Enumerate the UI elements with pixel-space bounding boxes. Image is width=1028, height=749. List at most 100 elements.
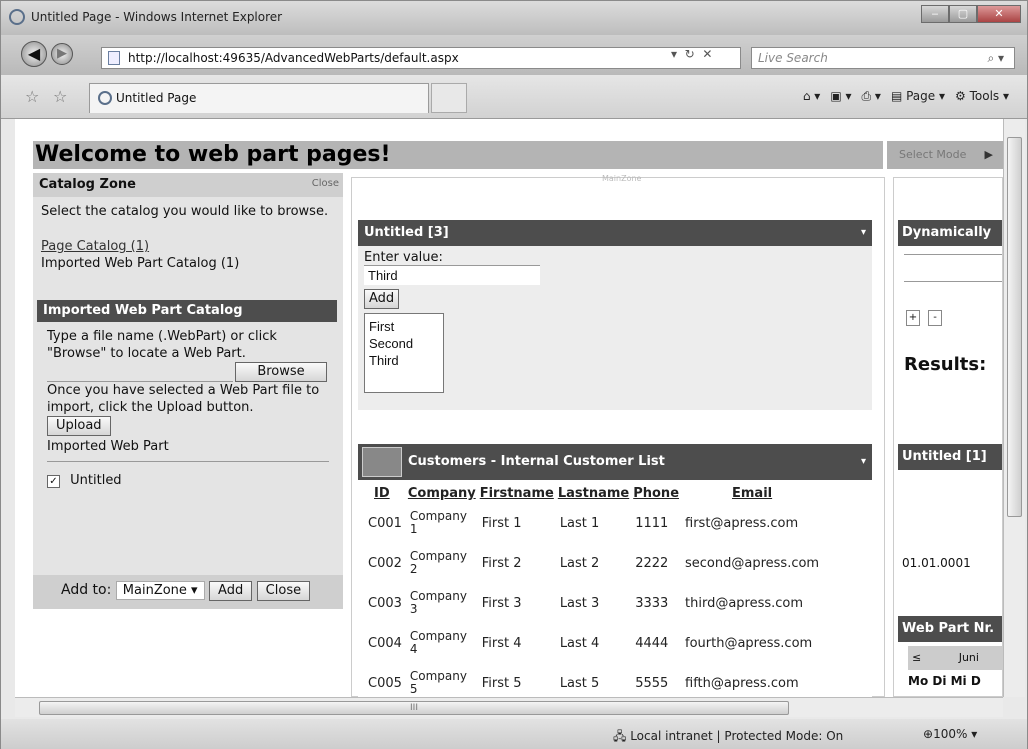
home-icon[interactable]: ⌂ ▾ bbox=[803, 89, 820, 104]
command-bar: ☆ ☆ Untitled Page ⌂ ▾ ▣ ▾ ⎙ ▾ ▤ Page ▾ ⚙… bbox=[1, 75, 1027, 119]
title-bar: Untitled Page - Windows Internet Explore… bbox=[1, 1, 1027, 35]
table-row: C001 Company 1 First 1 Last 1 1111 first@apre… bbox=[368, 509, 799, 536]
search-placeholder: Live Search bbox=[758, 51, 828, 65]
file-instruction: Type a file name (.WebPart) or click "Br… bbox=[47, 329, 277, 361]
window-title: Untitled Page - Windows Internet Explore… bbox=[31, 10, 283, 24]
webpart-nr-header: Web Part Nr. bbox=[898, 616, 1002, 642]
minimize-button[interactable]: ‒ bbox=[921, 5, 949, 23]
value-input[interactable]: Third bbox=[364, 265, 540, 285]
zone-select[interactable]: MainZone ▾ bbox=[115, 581, 205, 600]
dynamic-input[interactable] bbox=[904, 254, 1002, 282]
search-icon[interactable]: ⌕ ▾ bbox=[987, 48, 1004, 68]
status-bar: 🖧 Local intranet | Protected Mode: On ⊕1… bbox=[1, 719, 1027, 749]
favorites-star-icon[interactable]: ☆ bbox=[25, 87, 39, 106]
table-row: C004 Company 4 First 4 Last 4 4444 fourth@apr… bbox=[368, 629, 813, 656]
calendar-prev[interactable]: ≤ bbox=[912, 651, 921, 664]
add-to-label: Add to: bbox=[61, 582, 112, 598]
calendar-days: Mo Di Mi D bbox=[908, 674, 981, 688]
list-item[interactable]: Third bbox=[369, 352, 439, 369]
calendar-month: Juni bbox=[958, 651, 979, 664]
scroll-thumb[interactable] bbox=[1007, 137, 1022, 517]
webpart-menu-icon[interactable]: ▾ bbox=[861, 220, 866, 246]
imported-catalog-header: Imported Web Part Catalog bbox=[37, 300, 337, 322]
minus-button[interactable]: - bbox=[928, 310, 942, 326]
arrow-right-icon: ▶ bbox=[984, 148, 993, 161]
address-bar-row: ◀ ▶ http://localhost:49635/AdvancedWebPa… bbox=[1, 35, 1027, 75]
upload-instruction: Once you have selected a Web Part file t… bbox=[47, 383, 320, 415]
page-menu[interactable]: ▤ Page ▾ bbox=[891, 89, 945, 104]
new-tab-button[interactable] bbox=[431, 83, 467, 113]
col-email[interactable]: Email bbox=[681, 484, 823, 503]
dynamic-webpart-header: Dynamically bbox=[898, 220, 1002, 246]
catalog-zone: Catalog Zone Close Select the catalog yo… bbox=[33, 173, 343, 609]
untitled-3-webpart: Untitled [3] ▾ Enter value: Third Add Fir… bbox=[358, 220, 872, 410]
select-mode-menu[interactable]: Select Mode ▶ bbox=[887, 141, 1003, 169]
refresh-stop-buttons[interactable]: ▾ ↻ ✕ bbox=[671, 47, 712, 61]
horizontal-scrollbar[interactable]: III bbox=[15, 697, 1003, 717]
right-zone: Dynamically + - Results: Untitled [1] 01… bbox=[893, 177, 1003, 697]
table-row: C005 Company 5 First 5 Last 5 5555 fifth@apre… bbox=[368, 669, 799, 696]
catalog-zone-header: Catalog Zone Close bbox=[33, 173, 343, 197]
scroll-thumb[interactable]: III bbox=[39, 701, 789, 715]
webpart-menu-icon[interactable]: ▾ bbox=[861, 444, 866, 480]
upload-button[interactable]: Upload bbox=[47, 416, 111, 436]
ie-logo-icon bbox=[9, 9, 25, 25]
untitled-add-button[interactable]: Add bbox=[364, 289, 400, 309]
calendar-header: ≤ Juni bbox=[908, 646, 1002, 670]
maximize-button[interactable]: ▢ bbox=[949, 5, 977, 23]
search-input[interactable]: Live Search ⌕ ▾ bbox=[751, 47, 1015, 69]
values-listbox[interactable]: First Second Third bbox=[364, 313, 444, 393]
date-label: 01.01.0001 bbox=[902, 556, 971, 570]
vertical-scrollbar[interactable] bbox=[1003, 119, 1025, 697]
add-favorites-icon[interactable]: ☆ bbox=[53, 87, 67, 106]
customers-icon bbox=[362, 447, 402, 477]
tools-menu[interactable]: ⚙ Tools ▾ bbox=[955, 89, 1009, 104]
untitled-3-header: Untitled [3] ▾ bbox=[358, 220, 872, 246]
catalog-instruction: Select the catalog you would like to bro… bbox=[41, 204, 329, 219]
add-button[interactable]: Add bbox=[209, 581, 253, 601]
close-window-button[interactable]: ✕ bbox=[977, 5, 1021, 23]
table-row: C002 Company 2 First 2 Last 2 2222 second@apr… bbox=[368, 549, 820, 576]
print-icon[interactable]: ⎙ ▾ bbox=[862, 89, 881, 104]
browse-button[interactable]: Browse bbox=[235, 362, 327, 382]
untitled-1-header: Untitled [1] bbox=[898, 444, 1002, 470]
tab-ie-icon bbox=[98, 91, 112, 105]
list-item[interactable]: First bbox=[369, 318, 439, 335]
close-button[interactable]: Close bbox=[256, 581, 311, 601]
address-input[interactable]: http://localhost:49635/AdvancedWebParts/… bbox=[101, 47, 741, 69]
plus-button[interactable]: + bbox=[906, 310, 920, 326]
untitled-checkbox[interactable]: ✓ bbox=[47, 475, 60, 488]
feeds-icon[interactable]: ▣ ▾ bbox=[830, 89, 851, 104]
table-row: C003 Company 3 First 3 Last 3 3333 third@apre… bbox=[368, 589, 804, 616]
col-lastname[interactable]: Lastname bbox=[556, 484, 631, 503]
customers-table: ID Company Firstname Lastname Phone Emai… bbox=[364, 484, 823, 697]
col-company[interactable]: Company bbox=[406, 484, 478, 503]
enter-value-label: Enter value: bbox=[364, 250, 443, 265]
forward-button[interactable]: ▶ bbox=[51, 43, 73, 65]
add-to-bar: Add to: MainZone ▾ Add Close bbox=[33, 575, 343, 609]
main-zone: MainZone Untitled [3] ▾ Enter value: Thir… bbox=[351, 174, 885, 697]
page-title: Welcome to web part pages! bbox=[33, 141, 883, 169]
zone-status: 🖧 Local intranet | Protected Mode: On bbox=[613, 729, 844, 743]
browser-window: Untitled Page - Windows Internet Explore… bbox=[0, 0, 1028, 749]
catalog-close-link[interactable]: Close bbox=[312, 178, 339, 189]
col-firstname[interactable]: Firstname bbox=[478, 484, 556, 503]
address-url: http://localhost:49635/AdvancedWebParts/… bbox=[128, 51, 459, 65]
back-button[interactable]: ◀ bbox=[21, 41, 47, 67]
page-content: Welcome to web part pages! Select Mode ▶ … bbox=[15, 119, 1003, 697]
drop-cue: MainZone bbox=[602, 174, 642, 183]
zoom-level[interactable]: ⊕100% ▾ bbox=[923, 727, 977, 741]
imported-part-label: Imported Web Part bbox=[47, 439, 169, 454]
untitled-item-label: Untitled bbox=[70, 473, 122, 488]
tab-untitled-page[interactable]: Untitled Page bbox=[89, 83, 429, 113]
page-catalog-link[interactable]: Page Catalog (1) bbox=[41, 238, 335, 255]
file-path-input[interactable] bbox=[47, 362, 233, 382]
list-item[interactable]: Second bbox=[369, 335, 439, 352]
col-id[interactable]: ID bbox=[364, 484, 406, 503]
col-phone[interactable]: Phone bbox=[631, 484, 681, 503]
page-icon bbox=[108, 51, 120, 65]
customers-webpart: Customers - Internal Customer List ▾ ID C… bbox=[358, 444, 872, 697]
customers-header: Customers - Internal Customer List ▾ bbox=[358, 444, 872, 480]
imported-catalog-label: Imported Web Part Catalog (1) bbox=[41, 256, 240, 271]
results-label: Results: bbox=[904, 354, 987, 375]
